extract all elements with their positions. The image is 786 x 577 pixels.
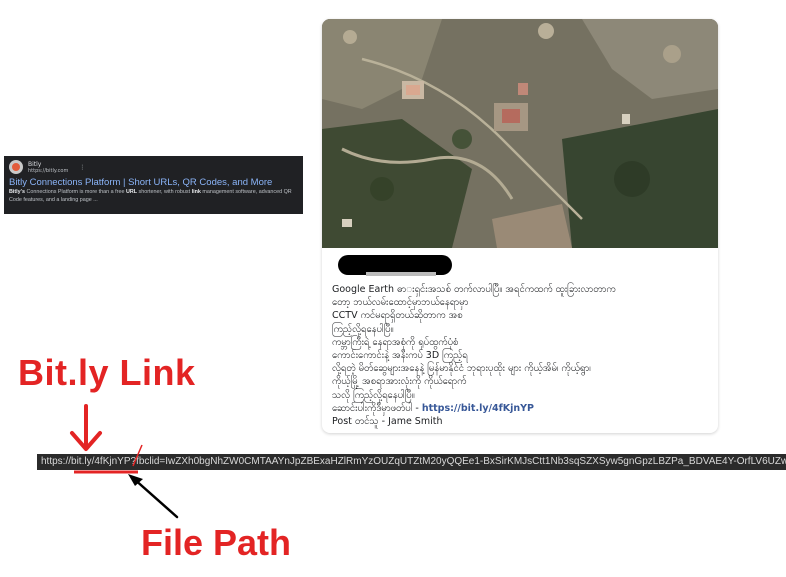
down-arrow-icon <box>70 404 102 451</box>
file-path-arrow-icon <box>128 474 179 519</box>
file-path-annotation: File Path <box>141 522 292 563</box>
annotation-overlay <box>70 404 179 519</box>
path-separator-mark <box>132 444 143 467</box>
